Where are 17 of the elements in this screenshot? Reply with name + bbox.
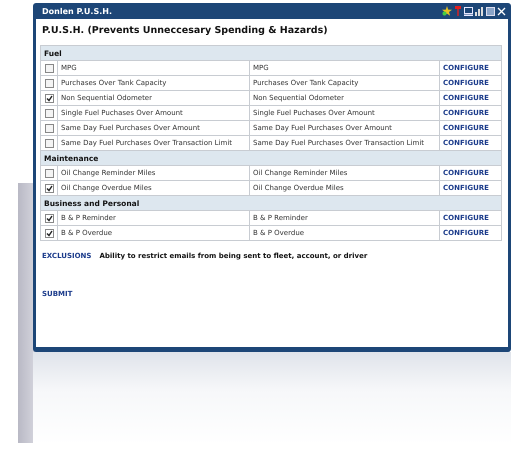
checkbox[interactable] bbox=[44, 64, 54, 72]
checkbox[interactable] bbox=[44, 108, 54, 118]
window-title: Donlen P.U.S.H. bbox=[42, 6, 112, 16]
checkbox[interactable] bbox=[44, 78, 54, 88]
close-icon[interactable] bbox=[497, 6, 506, 16]
checkbox[interactable] bbox=[44, 228, 54, 238]
star-icon[interactable] bbox=[442, 6, 452, 16]
maximize-icon[interactable] bbox=[486, 6, 495, 16]
page-heading: P.U.S.H. (Prevents Unneccesary Spending & Hazards) bbox=[42, 25, 329, 36]
window-icon[interactable] bbox=[464, 6, 473, 16]
checkbox[interactable] bbox=[44, 124, 54, 132]
checkbox[interactable] bbox=[44, 168, 54, 178]
checkbox[interactable] bbox=[44, 184, 54, 192]
checkbox[interactable] bbox=[44, 138, 54, 148]
checkbox[interactable] bbox=[44, 214, 54, 222]
checkbox[interactable] bbox=[44, 94, 54, 102]
bar-chart-icon[interactable] bbox=[475, 6, 484, 16]
